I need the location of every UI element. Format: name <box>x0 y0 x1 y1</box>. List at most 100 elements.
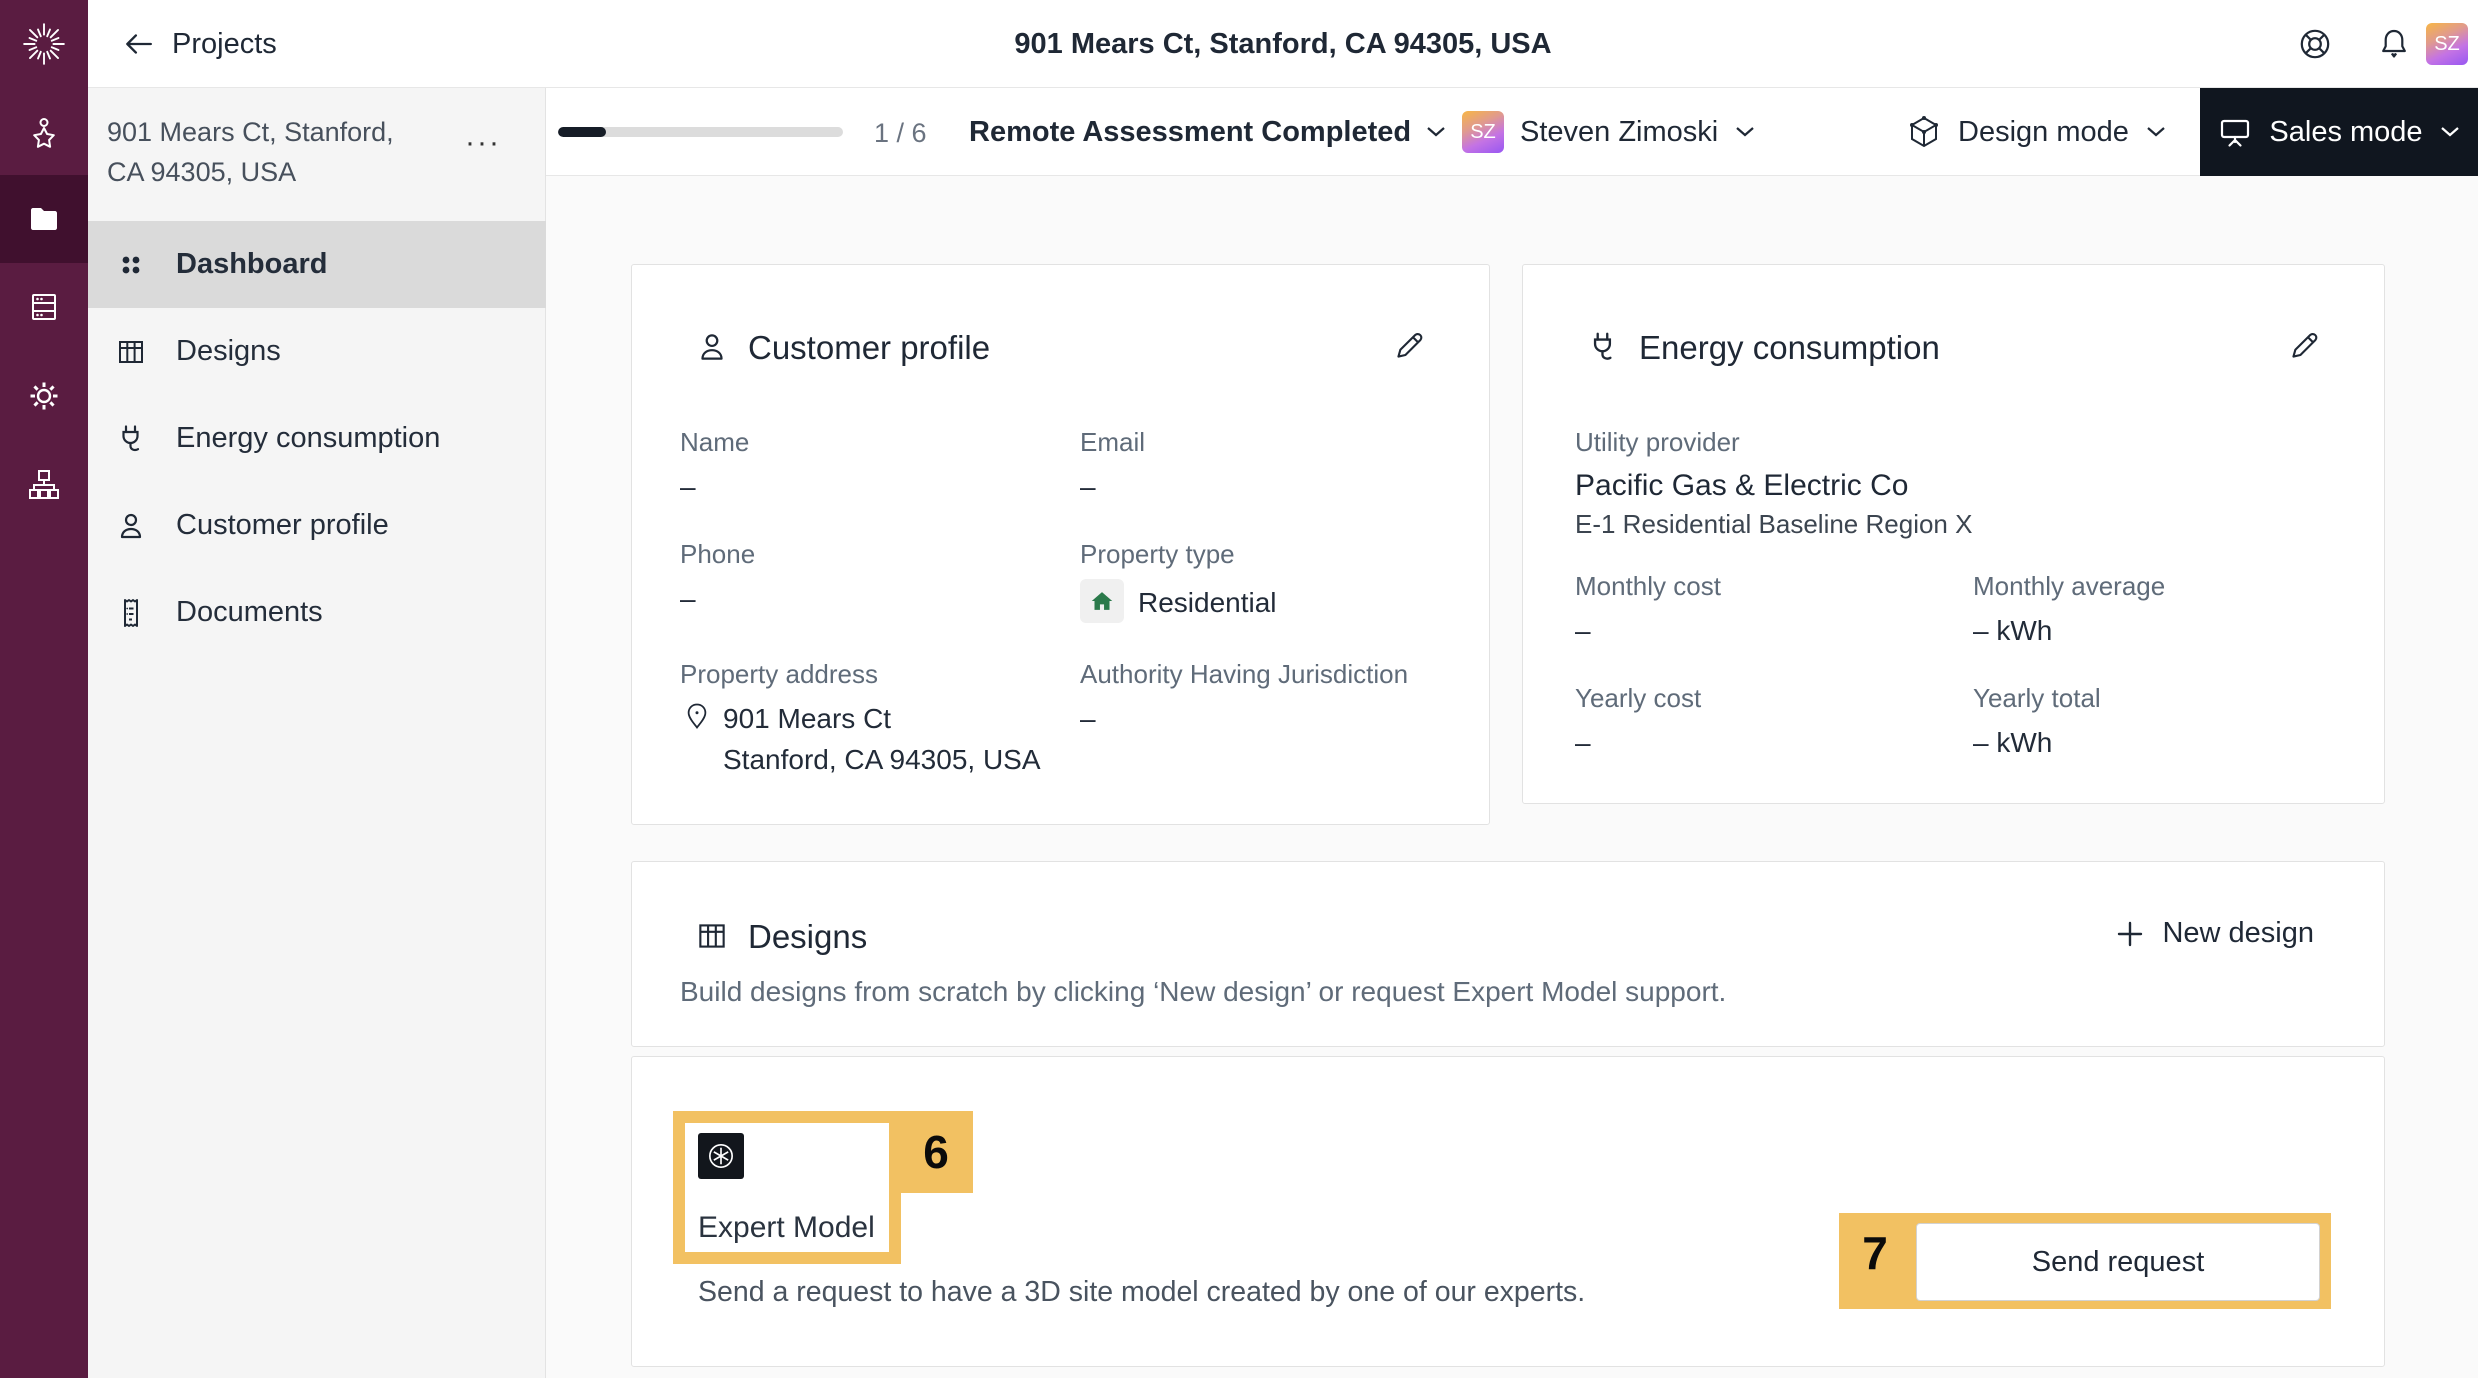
expert-model-card: 6 Expert Model Send a request to have a … <box>631 1056 2385 1367</box>
field-value: – kWh <box>1973 615 2052 647</box>
chevron-down-icon <box>2145 125 2167 139</box>
residential-house-icon <box>1080 579 1124 623</box>
sidebar-item-label: Designs <box>176 335 281 368</box>
field-label: Monthly cost <box>1575 572 1721 602</box>
sales-mode-label: Sales mode <box>2269 116 2422 149</box>
project-overflow-menu[interactable]: ··· <box>465 126 501 160</box>
energy-plug-icon <box>114 422 148 456</box>
projects-folder-icon[interactable] <box>0 175 88 263</box>
leads-star-person-icon[interactable] <box>0 89 88 177</box>
milestone-progress-fill <box>558 127 606 137</box>
field-value: – <box>1080 703 1096 735</box>
send-request-button[interactable]: Send request <box>1916 1223 2320 1301</box>
sidebar-item-customer-profile[interactable]: Customer profile <box>88 482 546 569</box>
field-value: Residential <box>1138 587 1277 619</box>
field-label: Yearly cost <box>1575 684 1701 714</box>
chevron-down-icon <box>1425 125 1447 139</box>
milestone-progress-bar <box>558 127 843 137</box>
design-mode-label: Design mode <box>1958 116 2129 149</box>
new-design-button[interactable]: New design <box>2114 917 2314 950</box>
dashboard-dots-icon <box>114 248 148 282</box>
expert-model-description: Send a request to have a 3D site model c… <box>698 1276 1585 1309</box>
card-title: Designs <box>748 918 867 956</box>
energy-consumption-card: Energy consumption Utility provider Paci… <box>1522 264 2385 804</box>
sidebar-item-designs[interactable]: Designs <box>88 308 546 395</box>
location-pin-icon <box>682 701 712 731</box>
sidebar-item-label: Customer profile <box>176 509 389 542</box>
sidebar-project-address: 901 Mears Ct, Stanford, CA 94305, USA <box>107 112 437 192</box>
cube-3d-icon <box>1906 114 1942 150</box>
settings-gear-icon[interactable] <box>0 352 88 440</box>
project-sidebar: 901 Mears Ct, Stanford, CA 94305, USA ··… <box>88 88 546 1378</box>
expert-model-asterisk-icon <box>698 1133 744 1179</box>
expert-model-tab-label: Expert Model <box>698 1211 875 1246</box>
org-sitemap-icon[interactable] <box>0 441 88 529</box>
sidebar-item-documents[interactable]: Documents <box>88 569 546 656</box>
field-label: Yearly total <box>1973 684 2101 714</box>
sidebar-item-dashboard[interactable]: Dashboard <box>88 221 546 308</box>
sidebar-item-energy-consumption[interactable]: Energy consumption <box>88 395 546 482</box>
energy-plug-icon <box>1585 329 1621 365</box>
field-value: – <box>1575 615 1591 647</box>
design-mode-dropdown[interactable]: Design mode <box>1906 88 2167 176</box>
owner-avatar: SZ <box>1462 111 1504 153</box>
notifications-button[interactable] <box>2376 0 2412 88</box>
field-value: – <box>1080 471 1096 503</box>
back-label: Projects <box>172 28 277 61</box>
chevron-down-icon <box>2439 125 2461 139</box>
edit-energy-consumption-button[interactable] <box>2285 327 2323 365</box>
app-window: 901 Mears Ct, Stanford, CA 94305, USA Pr… <box>0 0 2478 1378</box>
field-label: Utility provider <box>1575 428 1740 458</box>
field-value-line: 901 Mears Ct <box>723 703 891 735</box>
aurora-logo-icon[interactable] <box>0 0 88 88</box>
customer-person-icon <box>694 329 730 365</box>
plus-icon <box>2114 918 2146 950</box>
pencil-icon <box>2285 327 2323 365</box>
field-label: Authority Having Jurisdiction <box>1080 660 1408 690</box>
field-label: Name <box>680 428 749 458</box>
status-dropdown[interactable]: Remote Assessment Completed <box>969 88 1447 176</box>
card-title: Energy consumption <box>1639 329 1940 367</box>
field-value: – <box>680 471 696 503</box>
app-rail <box>0 0 88 1378</box>
expert-model-tab[interactable]: Expert Model <box>685 1123 889 1252</box>
milestone-count: 1 / 6 <box>874 118 927 149</box>
sales-mode-dropdown[interactable]: Sales mode <box>2200 88 2478 176</box>
designs-header-card: Designs Build designs from scratch by cl… <box>631 861 2385 1047</box>
field-label: Monthly average <box>1973 572 2165 602</box>
owner-name: Steven Zimoski <box>1520 116 1718 149</box>
help-button[interactable] <box>2296 0 2334 88</box>
help-lifebuoy-icon <box>2296 25 2334 63</box>
field-value-line: Stanford, CA 94305, USA <box>723 744 1041 776</box>
customer-profile-card: Customer profile Name – Email – Phone – … <box>631 264 1490 825</box>
avatar: SZ <box>2426 23 2468 65</box>
annotation-label-6: 6 <box>899 1111 973 1193</box>
customer-person-icon <box>114 509 148 543</box>
account-menu[interactable]: SZ <box>2426 0 2478 88</box>
field-label: Email <box>1080 428 1145 458</box>
back-to-projects-button[interactable]: Projects <box>122 0 277 88</box>
chevron-down-icon <box>1734 125 1756 139</box>
sidebar-item-label: Documents <box>176 596 323 629</box>
designs-description: Build designs from scratch by clicking ‘… <box>680 976 1726 1008</box>
pencil-icon <box>1390 327 1428 365</box>
utility-provider: Pacific Gas & Electric Co <box>1575 469 1908 504</box>
documents-receipt-icon <box>114 596 148 630</box>
sidebar-item-label: Dashboard <box>176 248 327 281</box>
back-arrow-icon <box>122 28 154 60</box>
notifications-bell-icon <box>2376 26 2412 62</box>
inventory-rack-icon[interactable] <box>0 263 88 351</box>
sidebar-item-label: Energy consumption <box>176 422 440 455</box>
field-value: – kWh <box>1973 727 2052 759</box>
designs-grid-icon <box>694 918 730 954</box>
status-label: Remote Assessment Completed <box>969 116 1411 149</box>
annotation-label-7: 7 <box>1839 1213 1911 1293</box>
field-label: Property type <box>1080 540 1235 570</box>
owner-dropdown[interactable]: SZ Steven Zimoski <box>1462 88 1756 176</box>
field-value: – <box>680 583 696 615</box>
designs-grid-icon <box>114 335 148 369</box>
dashboard-content: Customer profile Name – Email – Phone – … <box>546 176 2478 1378</box>
field-value: – <box>1575 727 1591 759</box>
edit-customer-profile-button[interactable] <box>1390 327 1428 365</box>
new-design-label: New design <box>2162 917 2314 950</box>
